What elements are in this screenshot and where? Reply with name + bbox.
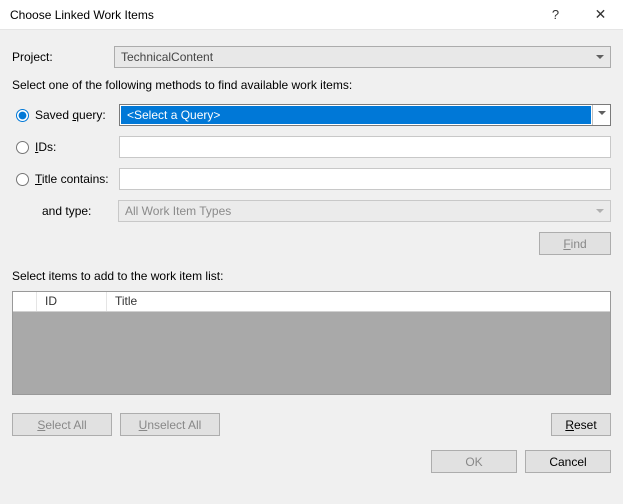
ids-radio[interactable] [16,141,29,154]
saved-query-radio[interactable] [16,109,29,122]
col-id[interactable]: ID [37,292,107,311]
close-button[interactable]: ✕ [578,0,623,30]
saved-query-dropdown[interactable]: <Select a Query> [119,104,611,126]
title-radio[interactable] [16,173,29,186]
project-value: TechnicalContent [121,50,213,64]
help-button[interactable]: ? [533,0,578,30]
title-contains-label: Title contains: [35,172,119,186]
instruction-text: Select one of the following methods to f… [12,78,611,92]
project-dropdown[interactable]: TechnicalContent [114,46,611,68]
find-button: Find [539,232,611,255]
grid-header: ID Title [13,292,610,312]
col-title[interactable]: Title [107,292,610,311]
project-label: Project: [12,50,114,64]
title-contains-input[interactable] [119,168,611,190]
chevron-down-icon [598,111,606,115]
saved-query-value: <Select a Query> [121,106,591,124]
chevron-down-icon [596,55,604,59]
type-value: All Work Item Types [125,204,231,218]
ok-button: OK [431,450,517,473]
type-dropdown: All Work Item Types [118,200,611,222]
unselect-all-button: Unselect All [120,413,220,436]
results-grid[interactable]: ID Title [12,291,611,395]
cancel-button[interactable]: Cancel [525,450,611,473]
ids-input[interactable] [119,136,611,158]
select-all-button: Select All [12,413,112,436]
titlebar: Choose Linked Work Items ? ✕ [0,0,623,30]
dialog-body: Project: TechnicalContent Select one of … [0,30,623,485]
and-type-label: and type: [34,204,118,218]
saved-query-label: Saved query: [35,108,119,122]
col-checkbox[interactable] [13,292,37,311]
grid-body [13,312,610,394]
reset-button[interactable]: Reset [551,413,611,436]
ids-label: IDs: [35,140,119,154]
dialog-title: Choose Linked Work Items [10,8,533,22]
chevron-down-icon [596,209,604,213]
select-items-label: Select items to add to the work item lis… [12,269,611,283]
